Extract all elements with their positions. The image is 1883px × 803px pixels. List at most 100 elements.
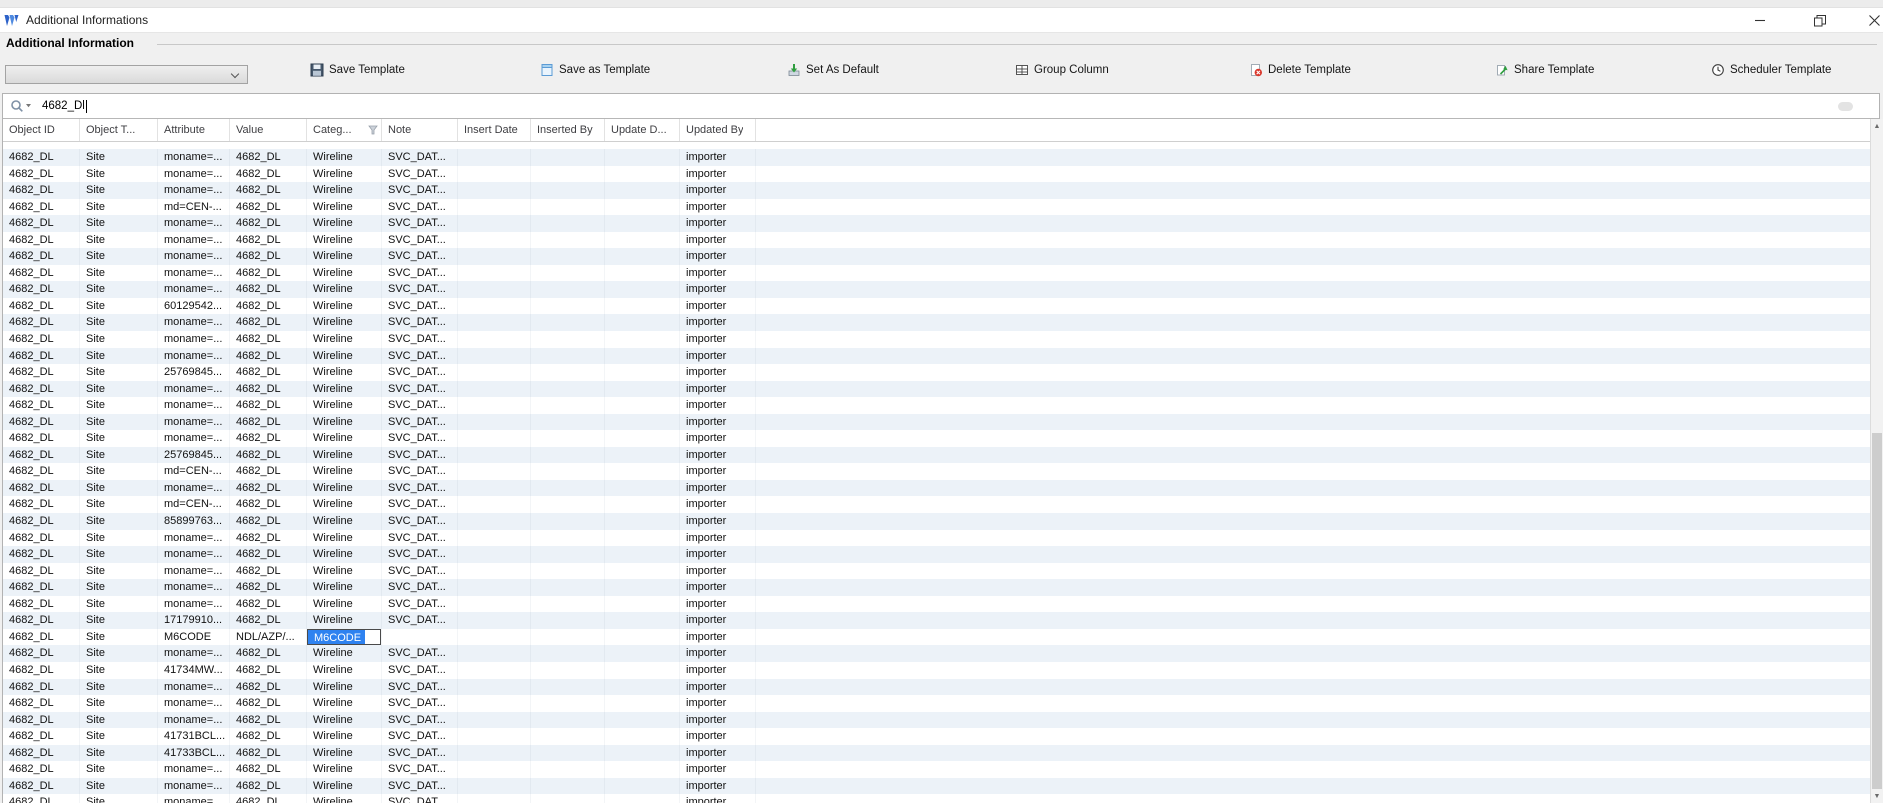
grid-cell[interactable]: SVC_DAT... [382,480,458,497]
grid-cell[interactable]: importer [680,298,756,315]
grid-cell[interactable] [605,166,680,183]
grid-cell[interactable]: importer [680,331,756,348]
grid-cell[interactable]: SVC_DAT... [382,314,458,331]
grid-cell[interactable] [531,331,605,348]
grid-cell[interactable]: moname=... [158,712,230,729]
grid-cell[interactable]: Site [80,761,158,778]
save-as-template-button[interactable]: Save as Template [540,61,650,79]
grid-cell[interactable]: SVC_DAT... [382,331,458,348]
filter-icon[interactable] [368,125,378,135]
grid-cell[interactable] [458,645,531,662]
grid-cell[interactable] [458,629,531,646]
grid-cell[interactable]: 4682_DL [230,480,307,497]
grid-cell[interactable] [458,563,531,580]
grid-cell[interactable] [458,463,531,480]
grid-cell[interactable]: SVC_DAT... [382,645,458,662]
grid-cell[interactable]: SVC_DAT... [382,298,458,315]
grid-cell[interactable] [605,629,680,646]
grid-cell[interactable]: 4682_DL [230,215,307,232]
grid-cell[interactable]: md=CEN-... [158,463,230,480]
grid-cell[interactable]: Site [80,645,158,662]
grid-cell[interactable] [458,745,531,762]
table-row[interactable]: 4682_DLSitemoname=...4682_DLWirelineSVC_… [3,248,1879,265]
grid-cell[interactable]: moname=... [158,414,230,431]
grid-cell[interactable] [531,199,605,216]
grid-cell[interactable]: moname=... [158,281,230,298]
grid-cell[interactable]: Wireline [307,695,382,712]
grid-cell[interactable]: Site [80,149,158,166]
grid-cell[interactable] [531,712,605,729]
grid-cell[interactable]: moname=... [158,695,230,712]
grid-cell[interactable] [531,430,605,447]
table-row[interactable]: 4682_DLSitemoname=...4682_DLWirelineSVC_… [3,596,1879,613]
grid-cell[interactable]: SVC_DAT... [382,712,458,729]
grid-cell[interactable]: 4682_DL [3,248,80,265]
grid-cell[interactable]: Wireline [307,281,382,298]
grid-cell[interactable]: Wireline [307,480,382,497]
grid-cell[interactable]: importer [680,629,756,646]
column-header[interactable]: Insert Date [458,119,531,141]
grid-cell[interactable]: 4682_DL [3,215,80,232]
grid-cell[interactable]: importer [680,381,756,398]
grid-cell[interactable]: importer [680,579,756,596]
grid-cell[interactable]: 4682_DL [230,463,307,480]
template-combobox[interactable] [5,65,248,84]
grid-cell[interactable] [605,596,680,613]
column-header[interactable]: Attribute [158,119,230,141]
grid-cell[interactable] [605,215,680,232]
grid-cell[interactable] [531,215,605,232]
grid-cell[interactable]: 4682_DL [230,166,307,183]
grid-cell[interactable]: Wireline [307,530,382,547]
restore-button[interactable] [1802,8,1838,33]
grid-cell[interactable]: 4682_DL [230,745,307,762]
grid-cell[interactable] [531,530,605,547]
grid-cell[interactable]: 4682_DL [230,298,307,315]
grid-cell[interactable]: importer [680,314,756,331]
table-row[interactable]: 4682_DLSitemoname=...4682_DLWirelineSVC_… [3,530,1879,547]
grid-cell[interactable]: moname=... [158,215,230,232]
grid-cell[interactable]: importer [680,166,756,183]
close-button[interactable] [1856,8,1883,33]
grid-cell[interactable] [458,248,531,265]
grid-cell[interactable]: SVC_DAT... [382,232,458,249]
scheduler-template-button[interactable]: Scheduler Template [1711,61,1831,79]
column-header[interactable]: Object T... [80,119,158,141]
grid-cell[interactable]: 4682_DL [3,199,80,216]
grid-cell[interactable]: 4682_DL [3,612,80,629]
grid-cell[interactable]: moname=... [158,232,230,249]
grid-cell[interactable] [605,182,680,199]
grid-cell[interactable]: importer [680,149,756,166]
table-row[interactable]: 4682_DLSitemoname=...4682_DLWirelineSVC_… [3,778,1879,795]
grid-cell[interactable]: Wireline [307,679,382,696]
grid-cell[interactable]: Site [80,496,158,513]
grid-cell[interactable] [531,364,605,381]
grid-cell[interactable]: moname=... [158,149,230,166]
grid-cell[interactable] [605,265,680,282]
grid-cell[interactable] [458,579,531,596]
table-row[interactable]: 4682_DLSite41733BCL...4682_DLWirelineSVC… [3,745,1879,762]
grid-cell[interactable]: 25769845... [158,364,230,381]
grid-cell[interactable] [605,761,680,778]
grid-cell[interactable]: importer [680,480,756,497]
grid-cell[interactable]: SVC_DAT... [382,265,458,282]
grid-cell[interactable] [458,314,531,331]
grid-cell[interactable]: Site [80,364,158,381]
grid-cell[interactable]: 41734MW... [158,662,230,679]
grid-cell[interactable]: 4682_DL [230,314,307,331]
grid-cell[interactable]: 4682_DL [230,281,307,298]
grid-cell[interactable]: Site [80,166,158,183]
grid-cell[interactable]: 4682_DL [3,530,80,547]
grid-cell[interactable]: Wireline [307,712,382,729]
grid-cell[interactable] [531,596,605,613]
grid-cell[interactable]: Wireline [307,579,382,596]
grid-cell[interactable]: SVC_DAT... [382,579,458,596]
grid-cell[interactable]: 4682_DL [230,712,307,729]
grid-cell[interactable] [531,397,605,414]
grid-cell[interactable] [531,629,605,646]
table-row[interactable]: 4682_DLSitemoname=...4682_DLWirelineSVC_… [3,348,1879,365]
grid-cell[interactable] [605,381,680,398]
grid-cell[interactable]: Wireline [307,248,382,265]
grid-cell[interactable] [531,679,605,696]
grid-cell[interactable] [605,563,680,580]
grid-cell[interactable]: 41733BCL... [158,745,230,762]
